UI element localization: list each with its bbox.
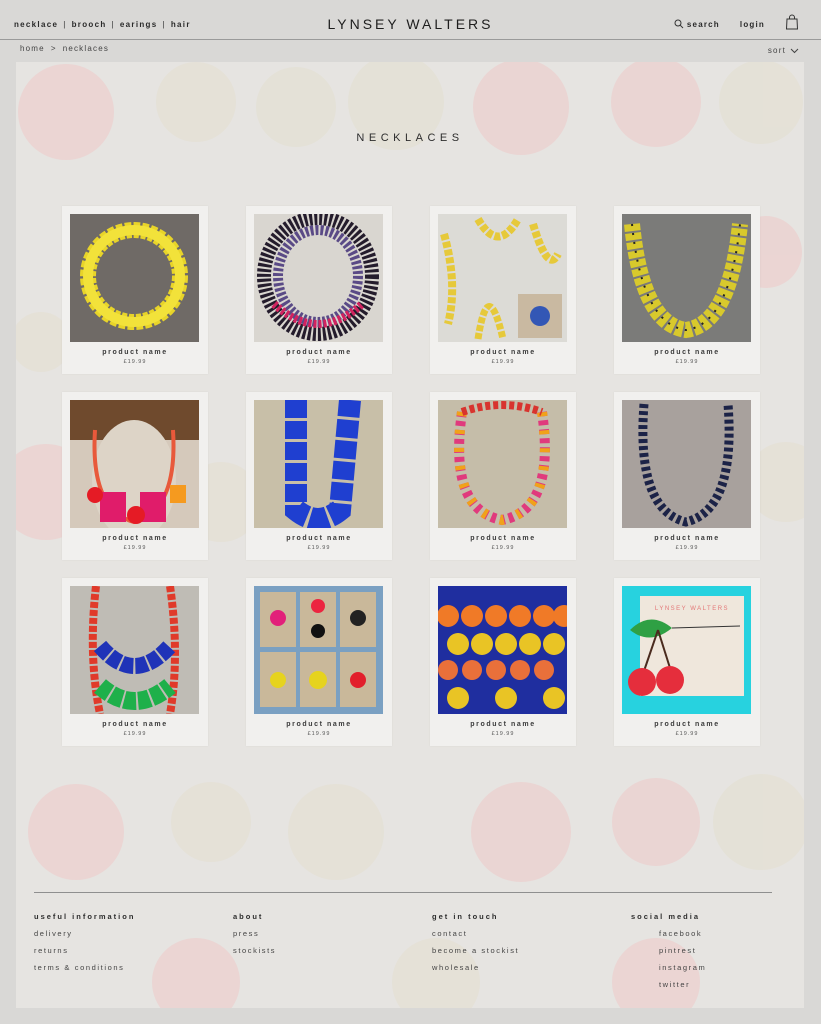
footer-heading: get in touch (432, 912, 499, 921)
product-price: £19.99 (123, 359, 147, 365)
footer-link-become-stockist[interactable]: become a stockist (432, 946, 519, 955)
product-card[interactable]: product name £19.99 (62, 206, 208, 374)
footer-link-delivery[interactable]: delivery (34, 929, 135, 938)
product-card[interactable]: product name £19.99 (246, 578, 392, 746)
product-name: product name (654, 721, 720, 728)
product-card[interactable]: product name £19.99 (246, 392, 392, 560)
product-image (70, 400, 199, 528)
product-price: £19.99 (307, 359, 331, 365)
product-image (622, 400, 751, 528)
footer-link-press[interactable]: press (233, 929, 276, 938)
product-price: £19.99 (491, 545, 515, 551)
product-card[interactable]: product name £19.99 (62, 392, 208, 560)
product-price: £19.99 (307, 545, 331, 551)
product-price: £19.99 (491, 731, 515, 737)
search-label: search (686, 19, 720, 29)
product-name: product name (102, 721, 168, 728)
sort-dropdown[interactable]: sort (768, 46, 799, 55)
product-card[interactable]: product name £19.99 (246, 206, 392, 374)
main-panel: NECKLACES product name £19.99 product na… (16, 62, 804, 1008)
product-image (254, 400, 383, 528)
top-bar: necklace | brooch | earings | hair LYNSE… (0, 0, 821, 40)
product-name: product name (470, 349, 536, 356)
footer-link-contact[interactable]: contact (432, 929, 519, 938)
page-title: NECKLACES (356, 132, 464, 144)
product-name: product name (286, 535, 352, 542)
header-actions: search login (674, 14, 799, 30)
product-tile-text: LYNSEY WALTERS (655, 606, 729, 612)
breadcrumb: home > necklaces (20, 44, 109, 53)
product-name: product name (286, 349, 352, 356)
footer-column-get-in-touch: get in touch contact become a stockist w… (432, 912, 519, 980)
product-price: £19.99 (123, 731, 147, 737)
sub-bar: home > necklaces sort (20, 44, 799, 58)
product-price: £19.99 (123, 545, 147, 551)
product-price: £19.99 (491, 359, 515, 365)
product-image (438, 400, 567, 528)
footer-column-useful-information: useful information delivery returns term… (34, 912, 135, 980)
footer-heading: about (233, 912, 264, 921)
product-card[interactable]: product name £19.99 (430, 578, 576, 746)
product-name: product name (654, 535, 720, 542)
search-button[interactable]: search (674, 19, 720, 29)
product-image (70, 214, 199, 342)
sort-label: sort (767, 46, 786, 55)
product-card[interactable]: product name £19.99 (614, 392, 760, 560)
login-link[interactable]: login (740, 20, 765, 29)
product-card[interactable]: product name £19.99 (430, 206, 576, 374)
footer-link-stockists[interactable]: stockists (233, 946, 276, 955)
footer-link-instagram[interactable]: instagram (631, 963, 706, 972)
product-card[interactable]: product name £19.99 (430, 392, 576, 560)
product-image (254, 586, 383, 714)
product-name: product name (286, 721, 352, 728)
product-name: product name (654, 349, 720, 356)
footer-link-returns[interactable]: returns (34, 946, 135, 955)
footer-link-twitter[interactable]: twitter (631, 980, 706, 989)
product-image (254, 214, 383, 342)
footer-link-facebook[interactable]: facebook (631, 929, 706, 938)
footer-link-terms[interactable]: terms & conditions (34, 963, 135, 972)
product-image: LYNSEY WALTERS (622, 586, 751, 714)
footer-column-about: about press stockists (233, 912, 276, 963)
product-price: £19.99 (675, 359, 699, 365)
breadcrumb-current: necklaces (62, 44, 110, 53)
footer-link-wholesale[interactable]: wholesale (432, 963, 519, 972)
product-image (70, 586, 199, 714)
product-image (438, 586, 567, 714)
breadcrumb-home[interactable]: home (20, 44, 45, 53)
product-name: product name (470, 535, 536, 542)
product-price: £19.99 (675, 731, 699, 737)
search-icon (674, 19, 684, 29)
product-name: product name (102, 535, 168, 542)
product-name: product name (470, 721, 536, 728)
product-name: product name (102, 349, 168, 356)
product-image (438, 214, 567, 342)
product-card[interactable]: product name £19.99 (62, 578, 208, 746)
footer-link-pintrest[interactable]: pintrest (631, 946, 706, 955)
footer-heading: useful information (34, 912, 136, 921)
footer-column-social-media: social media facebook pintrest instagram… (631, 912, 706, 997)
product-card[interactable]: LYNSEY WALTERS product name £19.99 (614, 578, 760, 746)
product-image (622, 214, 751, 342)
chevron-down-icon (790, 48, 799, 53)
product-price: £19.99 (675, 545, 699, 551)
product-card[interactable]: product name £19.99 (614, 206, 760, 374)
product-price: £19.99 (307, 731, 331, 737)
breadcrumb-separator: > (50, 44, 57, 53)
footer-heading: social media (631, 912, 701, 921)
footer-divider (34, 892, 772, 893)
shopping-bag-icon[interactable] (785, 14, 799, 30)
